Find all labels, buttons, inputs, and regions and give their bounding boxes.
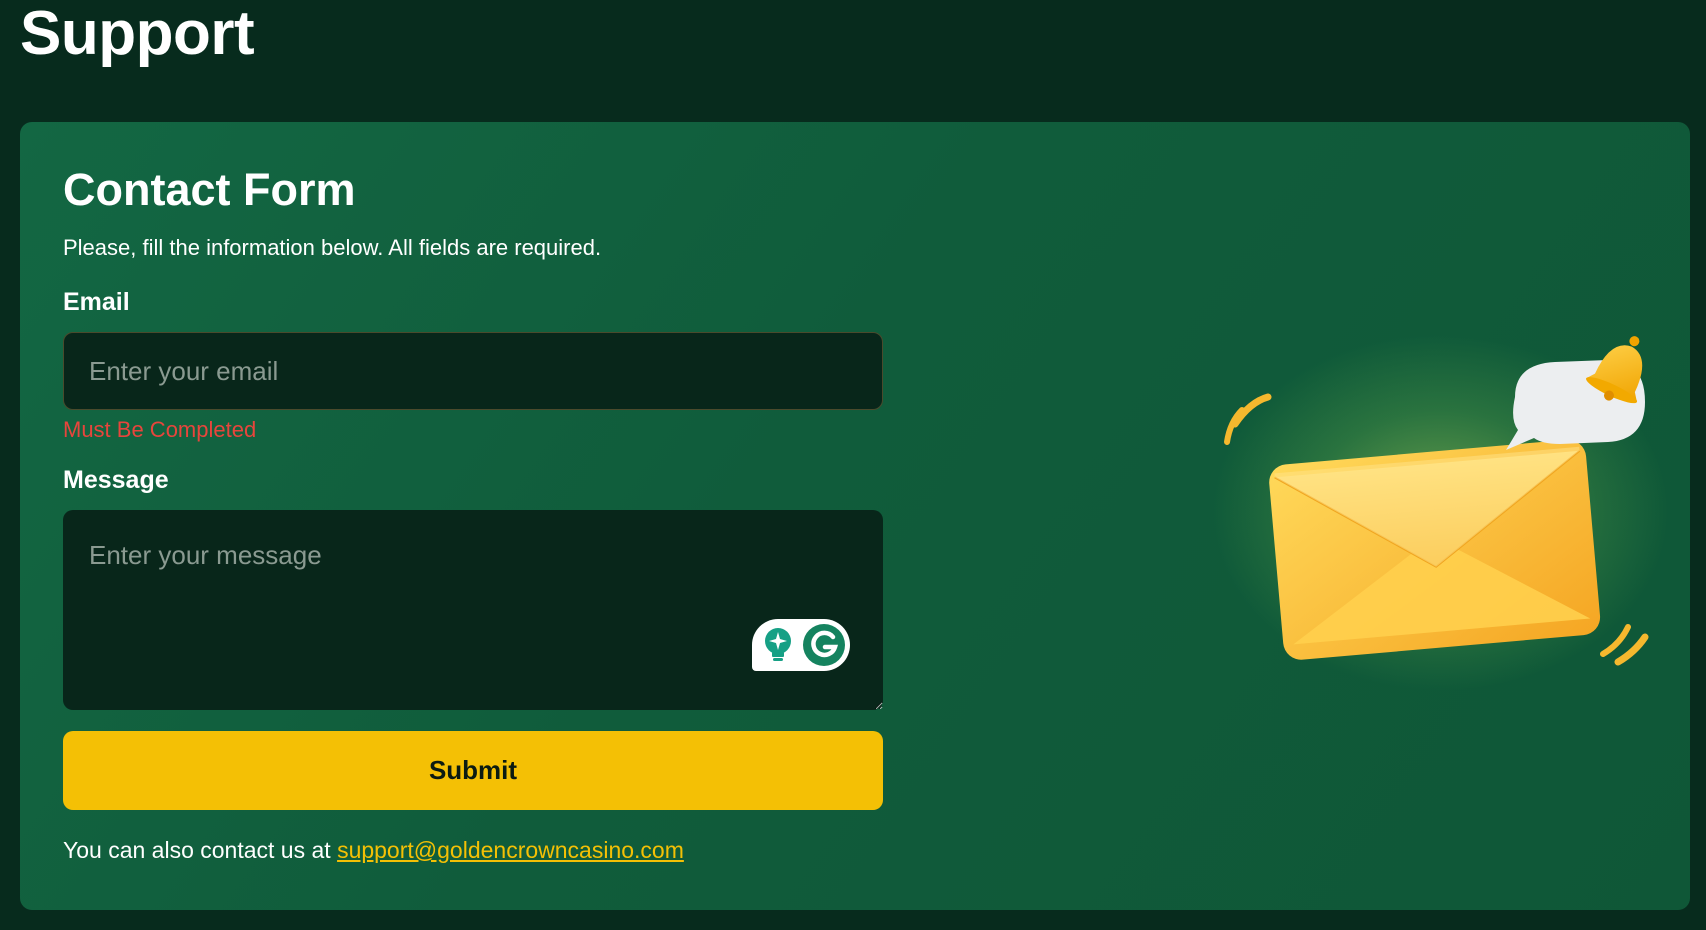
page-title: Support <box>20 0 255 68</box>
email-input[interactable] <box>63 332 883 410</box>
message-label: Message <box>63 466 169 494</box>
form-title: Contact Form <box>63 164 356 215</box>
submit-button[interactable]: Submit <box>63 731 883 810</box>
support-email-link[interactable]: support@goldencrowncasino.com <box>337 837 684 863</box>
email-error-message: Must Be Completed <box>63 417 257 442</box>
form-intro: Please, fill the information below. All … <box>63 235 602 260</box>
lightbulb-sparkle-icon[interactable] <box>762 626 794 664</box>
email-label: Email <box>63 288 130 316</box>
contact-card: Contact Form Please, fill the informatio… <box>20 122 1690 910</box>
envelope-bell-icon <box>1224 336 1649 666</box>
grammarly-widget[interactable] <box>752 619 850 671</box>
contact-prefix: You can also contact us at <box>63 837 331 863</box>
message-textarea[interactable] <box>63 510 883 710</box>
contact-line: You can also contact us at support@golde… <box>63 835 684 865</box>
grammarly-g-icon[interactable] <box>802 623 846 667</box>
envelope-illustration <box>1170 332 1670 692</box>
